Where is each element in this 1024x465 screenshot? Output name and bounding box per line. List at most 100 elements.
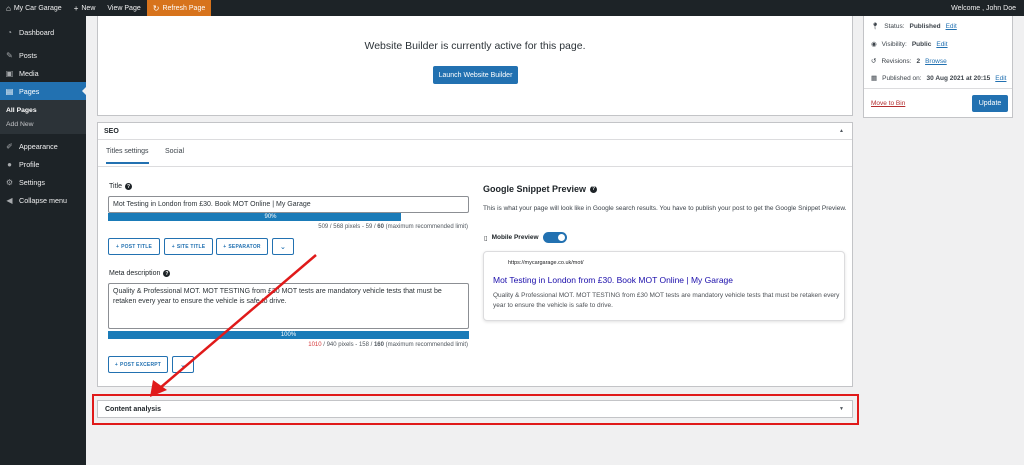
seo-title: SEO	[104, 127, 119, 135]
sidebar-item-label: Collapse menu	[19, 195, 67, 205]
sidebar-item-label: Appearance	[19, 141, 58, 151]
plus-icon: +	[114, 361, 119, 368]
sidebar-item-label: Pages	[19, 86, 40, 96]
revisions-label: Revisions:	[881, 57, 912, 65]
snippet-preview-title: Google Snippet Preview ?	[483, 184, 598, 194]
title-chars-limit: 60	[377, 224, 384, 230]
sidebar-item-label: Media	[19, 68, 39, 78]
annotation-highlight-box	[92, 394, 859, 425]
plus-icon: +	[223, 243, 227, 250]
pages-submenu: All Pages Add New	[0, 100, 86, 134]
pin-icon: ✎	[6, 50, 13, 60]
update-button[interactable]: Update	[972, 95, 1008, 112]
view-page-link[interactable]: View Page	[101, 0, 146, 16]
publish-divider	[864, 88, 1012, 89]
meta-progress-label: 100%	[280, 332, 297, 338]
tab-titles-settings[interactable]: Titles settings	[106, 148, 149, 164]
new-content-link[interactable]: + New	[68, 0, 102, 16]
sidebar-item-media[interactable]: ▣ Media	[0, 64, 86, 82]
settings-icon: ⚙	[5, 177, 14, 187]
submenu-all-pages[interactable]: All Pages	[0, 103, 86, 117]
title-progress-label: 90%	[264, 214, 277, 220]
history-icon: ↺	[871, 58, 877, 65]
snippet-title-text: Google Snippet Preview	[483, 184, 587, 194]
title-label-text: Title	[109, 183, 122, 190]
refresh-page-button[interactable]: ↻ Refresh Page	[146, 0, 212, 16]
edit-status-link[interactable]: Edit	[946, 23, 957, 30]
snippet-card-description: Quality & Professional MOT. MOT TESTING …	[493, 292, 840, 309]
sidebar-item-dashboard[interactable]: ◔ Dashboard	[0, 23, 86, 41]
tab-social[interactable]: Social	[165, 148, 184, 155]
collapse-icon: ◀	[6, 195, 13, 205]
meta-limit-text: 1010 / 940 pixels - 158 / 160 (maximum r…	[198, 342, 468, 348]
sidebar-item-label: Posts	[19, 50, 37, 60]
meta-pixels: 1010	[308, 342, 322, 348]
more-meta-tags-button[interactable]: ⌄	[172, 356, 194, 373]
sidebar-item-label: Settings	[19, 177, 45, 187]
browse-revisions-link[interactable]: Browse	[925, 58, 947, 65]
caret-up-icon[interactable]: ▲	[839, 128, 844, 134]
sidebar-item-settings[interactable]: ⚙ Settings	[0, 173, 86, 191]
title-limit-note: (maximum recommended limit)	[383, 224, 468, 230]
view-page-label: View Page	[107, 4, 141, 12]
new-label: New	[81, 4, 96, 12]
post-excerpt-tag-button[interactable]: + POST EXCERPT	[108, 356, 168, 373]
refresh-page-label: Refresh Page	[162, 4, 206, 12]
google-snippet-card: https://mycargarage.co.uk/mot/ Mot Testi…	[483, 251, 845, 321]
submenu-add-new[interactable]: Add New	[0, 117, 86, 131]
refresh-icon: ↻	[152, 3, 160, 13]
edit-date-link[interactable]: Edit	[995, 75, 1006, 82]
sidebar-item-posts[interactable]: ✎ Posts	[0, 46, 86, 64]
welcome-user-link[interactable]: Welcome , John Doe	[945, 0, 1024, 16]
plus-icon: +	[171, 243, 175, 250]
snippet-description: This is what your page will look like in…	[483, 205, 847, 212]
sidebar-collapse-menu[interactable]: ◀ Collapse menu	[0, 191, 86, 209]
move-to-bin-link[interactable]: Move to Bin	[871, 100, 905, 107]
plus-icon: +	[115, 243, 120, 250]
seo-title-input[interactable]: Mot Testing in London from £30. Book MOT…	[108, 196, 469, 213]
meta-field-label: Meta description ?	[109, 270, 171, 277]
separator-tag-button[interactable]: + SEPARATOR	[216, 238, 268, 255]
plus-icon: +	[73, 3, 79, 13]
meta-pixels-rest: / 940 pixels - 158 /	[321, 342, 374, 348]
snippet-url: https://mycargarage.co.uk/mot/	[508, 260, 584, 266]
help-icon[interactable]: ?	[124, 183, 132, 190]
title-limit-text: 509 / 568 pixels - 59 / 60 (maximum reco…	[198, 224, 468, 230]
status-value: Published	[909, 22, 941, 30]
title-field-label: Title ?	[109, 183, 132, 190]
sidebar-item-profile[interactable]: ● Profile	[0, 155, 86, 173]
publish-status-row: 📍︎ Status: Published Edit	[871, 22, 957, 31]
launch-website-builder-button[interactable]: Launch Website Builder	[433, 66, 518, 84]
edit-visibility-link[interactable]: Edit	[936, 41, 947, 48]
seo-panel: SEO ▲ Titles settings Social Title ? Mot…	[97, 122, 853, 387]
admin-sidebar: ◔ Dashboard ✎ Posts ▣ Media ▤ Pages All …	[0, 16, 86, 465]
snippet-card-title[interactable]: Mot Testing in London from £30. Book MOT…	[493, 275, 733, 285]
title-pixels: 509	[318, 224, 329, 230]
meta-description-textarea[interactable]: Quality & Professional MOT. MOT TESTING …	[108, 283, 469, 329]
title-pixels-rest: / 568 pixels - 59 /	[328, 224, 378, 230]
website-builder-panel: Website Builder is currently active for …	[97, 16, 853, 116]
tag-label: POST EXCERPT	[120, 361, 162, 368]
visibility-value: Public	[911, 40, 932, 48]
sidebar-item-pages[interactable]: ▤ Pages	[0, 82, 86, 100]
help-icon[interactable]: ?	[590, 185, 598, 193]
post-title-tag-button[interactable]: + POST TITLE	[108, 238, 160, 255]
user-icon: ●	[7, 159, 12, 169]
seo-header[interactable]: SEO ▲	[98, 123, 852, 140]
mobile-preview-toggle[interactable]	[542, 232, 567, 243]
eye-icon: ◉	[871, 41, 877, 48]
mobile-preview-label: Mobile Preview	[491, 234, 539, 241]
published-label: Published on:	[882, 74, 922, 82]
publish-visibility-row: ◉ Visibility: Public Edit	[871, 40, 948, 49]
chevron-down-icon: ⌄	[279, 243, 287, 251]
chevron-down-icon: ⌄	[179, 361, 187, 369]
publish-box: 📍︎ Status: Published Edit ◉ Visibility: …	[863, 16, 1013, 118]
meta-limit-note: (maximum recommended limit)	[383, 342, 468, 348]
calendar-icon: ▦	[871, 75, 878, 82]
help-icon[interactable]: ?	[163, 270, 171, 277]
site-name-link[interactable]: ⌂ My Car Garage	[0, 0, 68, 16]
sidebar-item-appearance[interactable]: ✐ Appearance	[0, 137, 86, 155]
visibility-label: Visibility:	[881, 40, 907, 48]
more-tags-button[interactable]: ⌄	[272, 238, 294, 255]
site-title-tag-button[interactable]: + SITE TITLE	[164, 238, 213, 255]
